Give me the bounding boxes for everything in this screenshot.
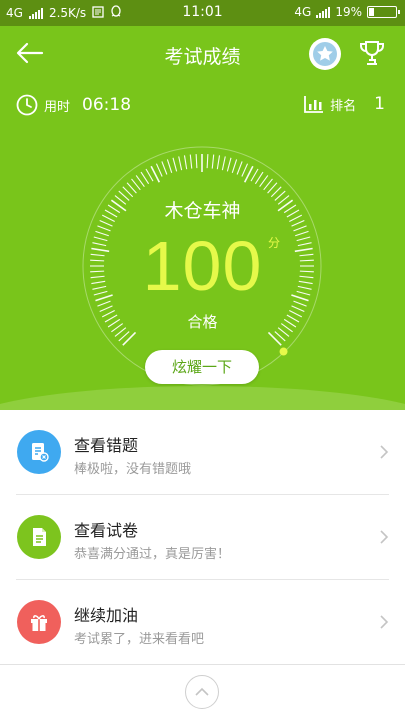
- signal-icon-right: [316, 6, 331, 18]
- wrong-question-icon: [17, 430, 61, 474]
- paper-icon: [17, 515, 61, 559]
- item-subtitle: 棒极啦，没有错题哦: [74, 462, 192, 477]
- rank-value: 1: [374, 94, 385, 114]
- list-item-wrong-questions[interactable]: 查看错题 棒极啦，没有错题哦: [0, 410, 405, 495]
- chevron-right-icon: [380, 530, 389, 544]
- battery-percent: 19%: [335, 5, 362, 19]
- item-title: 继续加油: [74, 606, 139, 625]
- gauge-tick: [122, 331, 137, 346]
- time-value: 06:18: [82, 95, 132, 115]
- score-value: 100: [142, 227, 263, 305]
- gift-icon: [17, 600, 61, 644]
- gauge-tick: [211, 154, 215, 169]
- gauge-tick: [166, 159, 173, 173]
- share-button[interactable]: 炫耀一下: [145, 350, 259, 384]
- chevron-up-icon[interactable]: [185, 675, 219, 709]
- page-title: 考试成绩: [164, 46, 241, 68]
- gauge-tick: [259, 175, 269, 188]
- gauge-tick: [131, 178, 141, 191]
- gauge-tick: [140, 171, 150, 185]
- star-badge-icon[interactable]: [309, 38, 341, 70]
- gauge-tick: [195, 154, 198, 169]
- battery-icon: [367, 6, 400, 18]
- trophy-icon[interactable]: [357, 38, 387, 68]
- gauge-tick: [267, 331, 282, 346]
- rank: 排名 1: [304, 94, 385, 114]
- network-label-right: 4G: [294, 5, 312, 19]
- item-subtitle: 考试累了，进来看看吧: [74, 632, 205, 647]
- gauge-tick: [135, 175, 145, 188]
- gauge-tick: [221, 156, 226, 171]
- gauge-tick: [183, 155, 188, 170]
- gauge-tick: [250, 168, 259, 182]
- gauge-tick: [226, 157, 232, 172]
- gauge-tick: [178, 156, 183, 171]
- status-bar: 4G 2.5K/s 11:01 4G 19%: [0, 0, 405, 26]
- clock-icon: [16, 94, 38, 116]
- time-used: 用时 06:18: [16, 94, 131, 116]
- gauge-tick: [126, 182, 137, 194]
- gauge-tick: [267, 182, 278, 194]
- result-title: 木仓车神: [164, 200, 241, 222]
- bar-chart-icon: [304, 96, 324, 113]
- gauge-tick: [241, 163, 249, 177]
- gauge-tick: [206, 154, 209, 169]
- item-title: 查看试卷: [74, 521, 139, 540]
- item-title: 查看错题: [74, 436, 139, 455]
- gauge-tick: [145, 168, 154, 182]
- gauge-tick: [161, 161, 168, 175]
- chevron-right-icon: [380, 445, 389, 459]
- gauge-tick: [236, 161, 243, 175]
- gauge-tick: [172, 157, 178, 172]
- list-item-view-paper[interactable]: 查看试卷 恭喜满分通过，真是厉害！: [0, 495, 405, 580]
- gauge-tick: [254, 171, 264, 185]
- gauge-tick: [189, 154, 193, 169]
- pass-status: 合格: [187, 313, 218, 331]
- rank-label: 排名: [330, 98, 357, 114]
- action-list: 查看错题 棒极啦，没有错题哦 查看试卷 恭喜满分通过，真是厉害！ 继续加油 考试…: [0, 410, 405, 665]
- time-label: 用时: [44, 99, 71, 115]
- score-unit: 分: [268, 236, 281, 250]
- result-panel: 考试成绩 用时 06:18 排名 1 木仓车神 100 分 合格 炫耀一下: [0, 26, 405, 410]
- list-item-keep-going[interactable]: 继续加油 考试累了，进来看看吧: [0, 580, 405, 665]
- gauge-tick: [216, 155, 221, 170]
- gauge-tick: [155, 163, 163, 177]
- chevron-right-icon: [380, 615, 389, 629]
- gauge-indicator: [279, 347, 288, 356]
- gauge-tick: [231, 159, 238, 173]
- gauge-tick: [263, 178, 273, 191]
- item-subtitle: 恭喜满分通过，真是厉害！: [74, 547, 231, 562]
